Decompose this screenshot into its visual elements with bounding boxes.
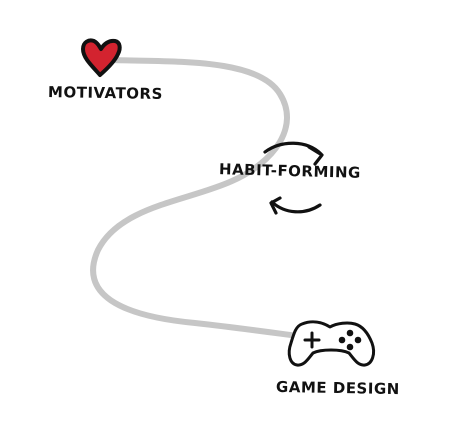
game-controller-icon xyxy=(287,320,376,367)
habit-forming-label: HABIT-FORMING xyxy=(218,160,362,182)
heart-icon xyxy=(81,38,122,77)
diagram-canvas: MOTIVATORS HABIT-FORMING GAME DESIGN xyxy=(0,0,455,439)
diagram-graphics xyxy=(81,38,376,367)
game-design-label: GAME DESIGN xyxy=(275,377,400,399)
motivators-label: MOTIVATORS xyxy=(47,82,164,104)
